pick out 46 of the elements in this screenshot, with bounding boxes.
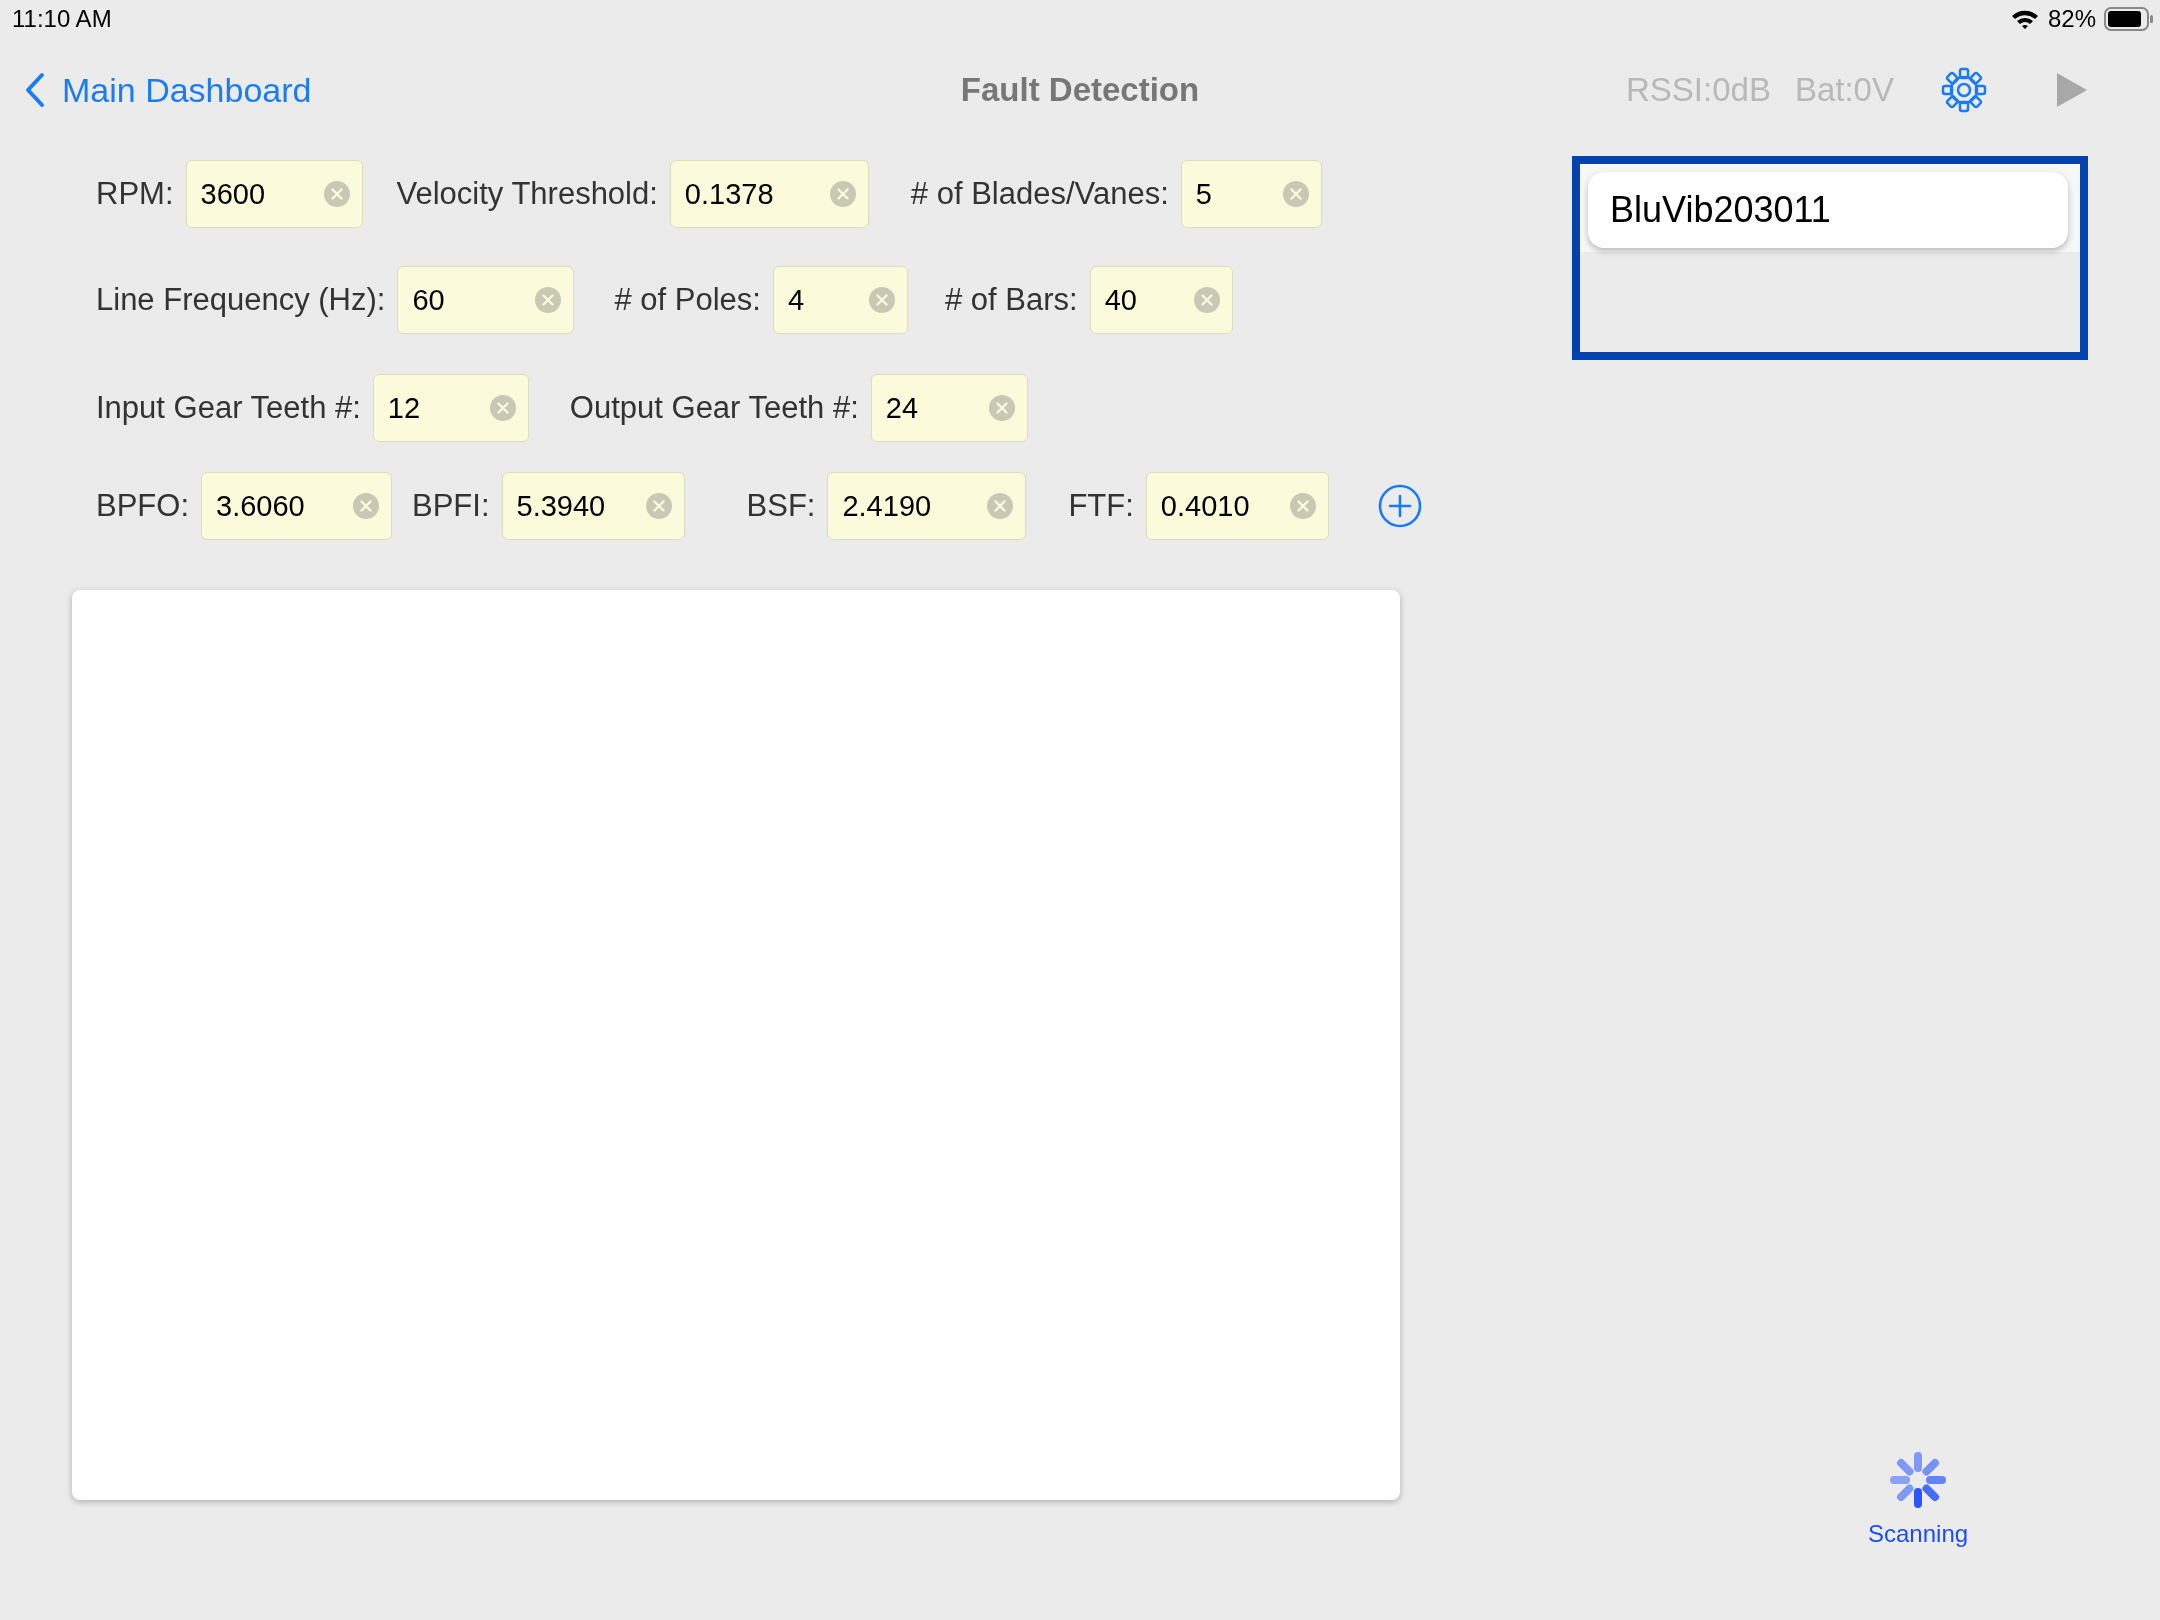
clear-icon[interactable]: [353, 493, 379, 519]
field-label: BSF:: [746, 488, 816, 524]
parameter-field[interactable]: 24: [870, 374, 1028, 442]
battery-icon: [2104, 7, 2154, 31]
clear-icon[interactable]: [1289, 493, 1316, 519]
field-label: Output Gear Teeth #:: [569, 390, 859, 426]
field-label: # of Blades/Vanes:: [910, 176, 1169, 212]
add-icon[interactable]: [1376, 483, 1423, 529]
device-item[interactable]: BluVib203011: [1588, 172, 2068, 248]
clear-icon[interactable]: [829, 181, 856, 207]
spinner-icon: [1888, 1450, 1949, 1510]
field-label: Input Gear Teeth #:: [96, 390, 361, 426]
field-label: # of Bars:: [944, 282, 1078, 318]
field-label: Velocity Threshold:: [396, 176, 658, 212]
field-label: RPM:: [96, 176, 174, 212]
chevron-left-icon: [24, 72, 46, 108]
clear-icon[interactable]: [988, 395, 1015, 421]
parameter-field[interactable]: 0.4010: [1145, 472, 1329, 540]
clear-icon[interactable]: [535, 287, 562, 313]
status-time: 11:10 AM: [12, 5, 112, 33]
parameter-field[interactable]: 5: [1180, 160, 1322, 228]
parameter-field[interactable]: 5.3940: [501, 472, 685, 540]
parameter-field[interactable]: 4: [772, 266, 908, 334]
parameter-field[interactable]: 12: [372, 374, 529, 442]
parameter-field[interactable]: 2.4190: [827, 472, 1027, 540]
scanning-label: Scanning: [1868, 1520, 1969, 1548]
parameter-field[interactable]: 60: [397, 266, 575, 334]
field-label: BPFO:: [96, 488, 189, 524]
parameter-field[interactable]: 3600: [185, 160, 363, 228]
field-label: FTF:: [1068, 488, 1134, 524]
parameter-field[interactable]: 3.6060: [201, 472, 392, 540]
settings-icon[interactable]: [1940, 66, 1988, 114]
battery-percent: 82%: [2047, 5, 2096, 33]
clear-icon[interactable]: [489, 395, 516, 421]
clear-icon[interactable]: [645, 493, 672, 519]
screen-title: Fault Detection: [960, 71, 1200, 109]
clear-icon[interactable]: [987, 493, 1014, 519]
clear-icon[interactable]: [1193, 287, 1220, 313]
field-label: Line Frequency (Hz):: [96, 282, 386, 318]
field-label: BPFI:: [412, 488, 490, 524]
field-label: # of Poles:: [614, 282, 761, 318]
parameter-field[interactable]: 0.1378: [669, 160, 869, 228]
clear-icon[interactable]: [868, 287, 895, 313]
parameter-field[interactable]: 40: [1089, 266, 1233, 334]
clear-icon[interactable]: [1282, 181, 1309, 207]
clear-icon[interactable]: [323, 181, 350, 207]
